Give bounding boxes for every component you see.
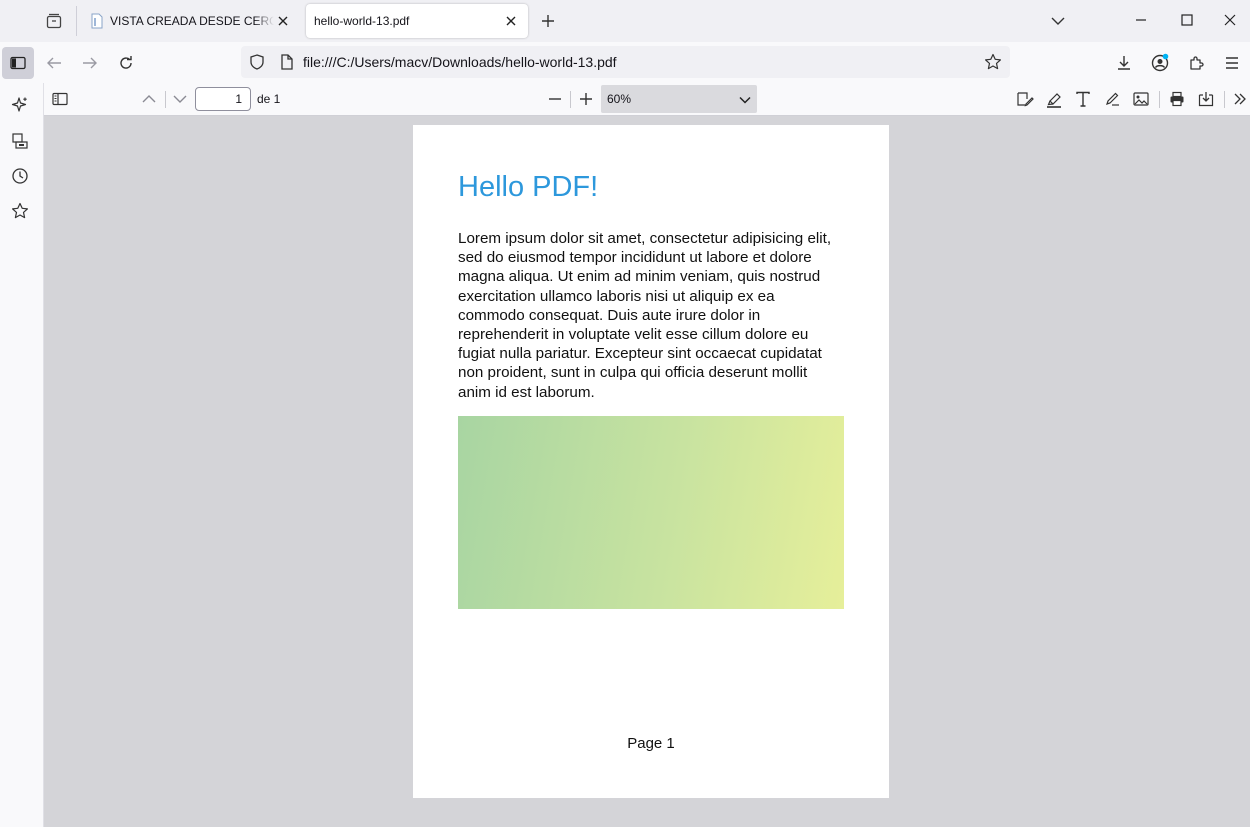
bookmark-star-icon[interactable] (978, 53, 1008, 71)
history-icon[interactable] (8, 164, 32, 188)
tab-vista-creada[interactable]: VISTA CREADA DESDE CERO - Visual Basic (82, 4, 300, 38)
pdf-sidebar-icon[interactable] (47, 87, 73, 111)
highlight-icon[interactable] (1041, 87, 1067, 111)
tab-overview-icon[interactable] (38, 6, 70, 36)
more-tools-icon[interactable] (1227, 87, 1250, 111)
zoom-in-icon[interactable] (573, 87, 599, 111)
minimize-icon[interactable] (1118, 0, 1164, 40)
chevron-down-icon[interactable] (1047, 10, 1069, 32)
page-footer: Page 1 (627, 735, 675, 752)
zoom-select[interactable]: 60% (601, 85, 757, 113)
browser-sidebar (0, 83, 44, 827)
document-favicon (90, 13, 104, 29)
synced-tabs-icon[interactable] (8, 129, 32, 153)
toolbar-separator (1224, 91, 1225, 108)
pdf-toolbar: 1 de 1 60% (44, 83, 1250, 116)
bookmarks-icon[interactable] (8, 199, 32, 223)
toolbar-separator (165, 91, 166, 108)
window-close-icon[interactable] (1210, 0, 1250, 40)
url-text[interactable]: file:///C:/Users/macv/Downloads/hello-wo… (303, 54, 978, 70)
tab-title: hello-world-13.pdf (314, 14, 410, 28)
download-icon[interactable] (1108, 47, 1140, 79)
tab-title: VISTA CREADA DESDE CERO - Visual Basic (110, 14, 274, 28)
page-up-icon[interactable] (136, 87, 162, 111)
sidebar-icon[interactable] (2, 47, 34, 79)
close-icon[interactable] (274, 12, 292, 30)
tab-hello-world-pdf[interactable]: hello-world-13.pdf (306, 4, 528, 38)
document-paragraph: Lorem ipsum dolor sit amet, consectetur … (458, 230, 832, 401)
navigation-toolbar: file:///C:/Users/macv/Downloads/hello-wo… (0, 42, 1250, 83)
pdf-page: Hello PDF! Lorem ipsum dolor sit amet, c… (413, 125, 889, 798)
page-icon (277, 54, 297, 70)
back-arrow-icon[interactable] (38, 47, 70, 79)
close-icon[interactable] (502, 12, 520, 30)
tab-divider (76, 6, 77, 36)
print-icon[interactable] (1164, 87, 1190, 111)
forward-arrow-icon[interactable] (74, 47, 106, 79)
shield-icon[interactable] (247, 54, 267, 70)
text-icon[interactable] (1070, 87, 1096, 111)
ai-sparkle-icon[interactable] (8, 93, 32, 117)
chevron-down-icon (739, 93, 751, 107)
page-count-label: de 1 (257, 92, 281, 106)
gradient-image (458, 416, 844, 609)
image-icon[interactable] (1128, 87, 1154, 111)
toolbar-separator (570, 91, 571, 108)
menu-icon[interactable] (1216, 47, 1248, 79)
plus-icon[interactable] (537, 10, 559, 32)
page-number-input[interactable]: 1 (195, 87, 251, 111)
maximize-icon[interactable] (1164, 0, 1210, 40)
extensions-icon[interactable] (1180, 47, 1212, 79)
url-bar[interactable]: file:///C:/Users/macv/Downloads/hello-wo… (241, 46, 1010, 78)
tab-strip: VISTA CREADA DESDE CERO - Visual Basic h… (0, 0, 1250, 42)
document-heading: Hello PDF! (458, 171, 599, 203)
toolbar-separator (1159, 91, 1160, 108)
draw-icon[interactable] (1099, 87, 1125, 111)
save-icon[interactable] (1193, 87, 1219, 111)
page-down-icon[interactable] (167, 87, 193, 111)
reload-icon[interactable] (110, 47, 142, 79)
signature-icon[interactable] (1012, 87, 1038, 111)
zoom-out-icon[interactable] (542, 87, 568, 111)
zoom-value: 60% (607, 92, 632, 106)
account-icon[interactable] (1144, 47, 1176, 79)
